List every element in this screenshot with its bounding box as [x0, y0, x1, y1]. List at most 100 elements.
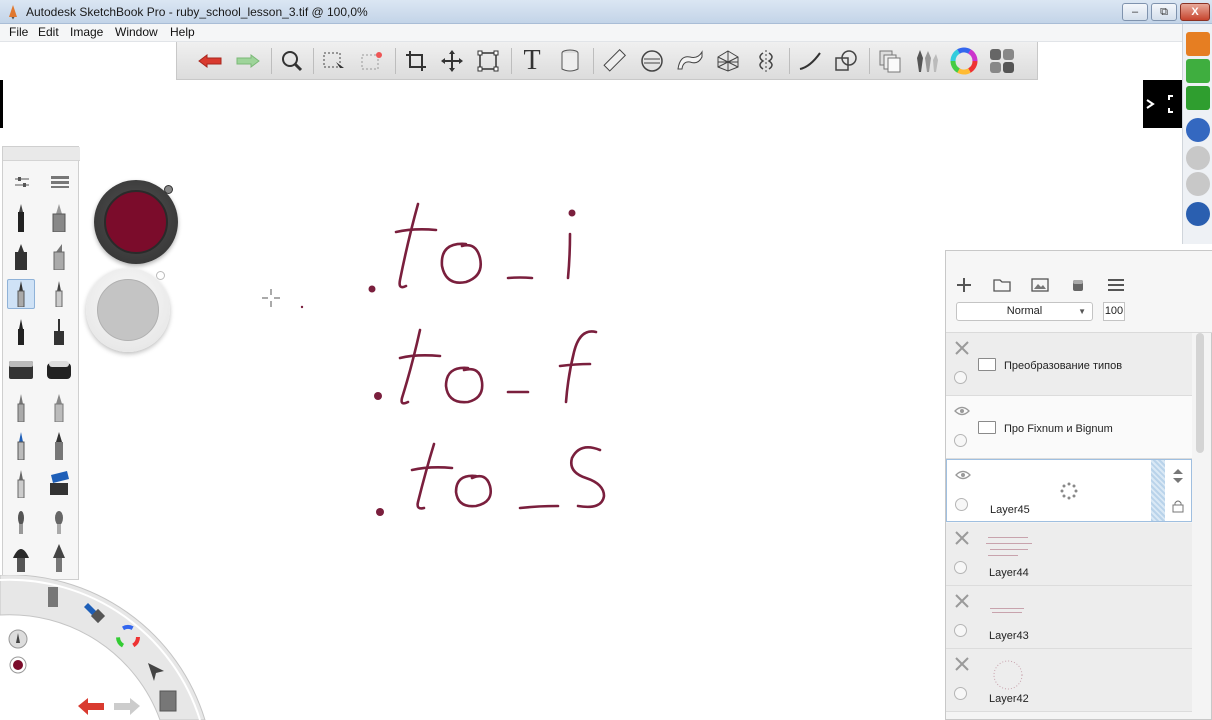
- color-wheel-button[interactable]: [949, 46, 979, 76]
- lagoon-color-indicator-icon[interactable]: [9, 656, 27, 674]
- airbrush-brush[interactable]: [45, 203, 73, 233]
- eye-icon[interactable]: [954, 404, 970, 418]
- dark-brush[interactable]: [45, 431, 73, 461]
- round-brush[interactable]: [7, 507, 35, 537]
- lagoon-layers-icon[interactable]: [159, 690, 177, 712]
- flat-brush[interactable]: [45, 393, 73, 423]
- lock-toggle-icon[interactable]: [954, 624, 967, 637]
- layer-row-selected[interactable]: Layer45: [946, 459, 1192, 522]
- ruler-button[interactable]: [599, 46, 629, 76]
- stroke-button[interactable]: [795, 46, 825, 76]
- menu-edit[interactable]: Edit: [38, 25, 59, 39]
- settings-icon[interactable]: [1186, 146, 1210, 170]
- crop-button[interactable]: [401, 46, 431, 76]
- lock-toggle-icon[interactable]: [954, 371, 967, 384]
- mic-icon[interactable]: [1186, 59, 1210, 83]
- lock-toggle-icon[interactable]: [954, 561, 967, 574]
- bristle-brush[interactable]: [7, 543, 35, 573]
- lagoon-brush-icon[interactable]: [48, 587, 58, 607]
- undo-button[interactable]: [195, 46, 225, 76]
- blend-mode-select[interactable]: Normal ▼: [956, 302, 1093, 321]
- brushes-button[interactable]: [911, 46, 941, 76]
- select-magic-button[interactable]: [357, 46, 387, 76]
- fine-pen-brush[interactable]: [45, 279, 73, 309]
- chisel-marker-brush[interactable]: [45, 241, 73, 271]
- brush-list-button[interactable]: [46, 167, 74, 197]
- puck-settings-dot[interactable]: [164, 185, 173, 194]
- fan-brush[interactable]: [45, 507, 73, 537]
- layer-lock-button[interactable]: [1167, 492, 1189, 520]
- eraser-hard-brush[interactable]: [7, 355, 35, 385]
- lagoon-redo-icon[interactable]: [114, 698, 140, 715]
- primary-color-puck[interactable]: [94, 180, 178, 264]
- ellipse-guide-button[interactable]: [637, 46, 667, 76]
- eye-icon[interactable]: [955, 468, 971, 482]
- lagoon-pen-indicator-icon[interactable]: [8, 629, 28, 649]
- blue-brush[interactable]: [7, 431, 35, 461]
- menu-image[interactable]: Image: [70, 25, 103, 39]
- layers-scrollbar[interactable]: [1196, 333, 1204, 453]
- menu-bar: File Edit Image Window Help: [0, 24, 1212, 42]
- layer-row[interactable]: Layer44: [946, 523, 1192, 586]
- hidden-x-icon[interactable]: [954, 594, 970, 608]
- ballpoint-pen-brush[interactable]: [7, 279, 35, 309]
- smear-brush[interactable]: [45, 469, 73, 499]
- inking-pen-icon: [18, 319, 24, 345]
- lock-toggle-icon[interactable]: [954, 434, 967, 447]
- layer-menu-button[interactable]: [1106, 277, 1126, 293]
- inking-pen-brush[interactable]: [7, 317, 35, 347]
- perspective-button[interactable]: [713, 46, 743, 76]
- pen-icon[interactable]: [1186, 202, 1210, 226]
- distort-button[interactable]: [473, 46, 503, 76]
- brush-size-puck[interactable]: [86, 268, 170, 352]
- select-rect-button[interactable]: [319, 46, 349, 76]
- fill-button[interactable]: [555, 46, 585, 76]
- pencil-brush[interactable]: [7, 203, 35, 233]
- layer-row[interactable]: Layer43: [946, 586, 1192, 649]
- pause-icon[interactable]: [1186, 118, 1210, 142]
- lock-toggle-icon[interactable]: [954, 687, 967, 700]
- opacity-field[interactable]: 100: [1103, 302, 1125, 321]
- pastel-brush[interactable]: [7, 469, 35, 499]
- maximize-button[interactable]: ⧉: [1151, 3, 1177, 21]
- puck-size-dot[interactable]: [156, 271, 165, 280]
- marker-brush[interactable]: [7, 241, 35, 271]
- lagoon-undo-icon[interactable]: [78, 698, 104, 715]
- move-button[interactable]: [437, 46, 467, 76]
- technical-pen-brush[interactable]: [45, 317, 73, 347]
- eraser-soft-brush[interactable]: [45, 355, 73, 385]
- hidden-x-icon[interactable]: [954, 531, 970, 545]
- copic-library-button[interactable]: [987, 46, 1017, 76]
- angled-brush[interactable]: [45, 543, 73, 573]
- camera-icon[interactable]: [1186, 172, 1210, 196]
- shape-button[interactable]: [831, 46, 861, 76]
- screen-record-icon[interactable]: [1186, 86, 1210, 110]
- layers-button[interactable]: [875, 46, 905, 76]
- menu-file[interactable]: File: [9, 25, 28, 39]
- add-layer-button[interactable]: [954, 277, 974, 293]
- add-group-button[interactable]: [992, 277, 1012, 293]
- palette-drag-handle[interactable]: [3, 147, 80, 161]
- french-curve-button[interactable]: [675, 46, 705, 76]
- lock-toggle-icon[interactable]: [955, 498, 968, 511]
- layer-row[interactable]: Преобразование типов: [946, 333, 1192, 396]
- redo-button[interactable]: [233, 46, 263, 76]
- canvas-drawing[interactable]: [250, 180, 650, 530]
- layer-row[interactable]: Про Fixnum и Bignum: [946, 396, 1192, 459]
- menu-window[interactable]: Window: [115, 25, 158, 39]
- paintbrush-brush[interactable]: [7, 393, 35, 423]
- add-image-button[interactable]: [1030, 277, 1050, 293]
- layer-row[interactable]: Layer42: [946, 649, 1192, 712]
- brush-properties-button[interactable]: [8, 167, 36, 197]
- hidden-x-icon[interactable]: [954, 657, 970, 671]
- symmetry-button[interactable]: [751, 46, 781, 76]
- layer-move-button[interactable]: [1167, 462, 1189, 490]
- menu-help[interactable]: Help: [170, 25, 195, 39]
- clear-layer-button[interactable]: [1068, 277, 1088, 293]
- text-tool-button[interactable]: T: [517, 45, 547, 76]
- recorder-orange-button[interactable]: [1186, 32, 1210, 56]
- close-button[interactable]: X: [1180, 3, 1210, 21]
- hidden-x-icon[interactable]: [954, 341, 970, 355]
- zoom-button[interactable]: [277, 46, 307, 76]
- minimize-button[interactable]: –: [1122, 3, 1148, 21]
